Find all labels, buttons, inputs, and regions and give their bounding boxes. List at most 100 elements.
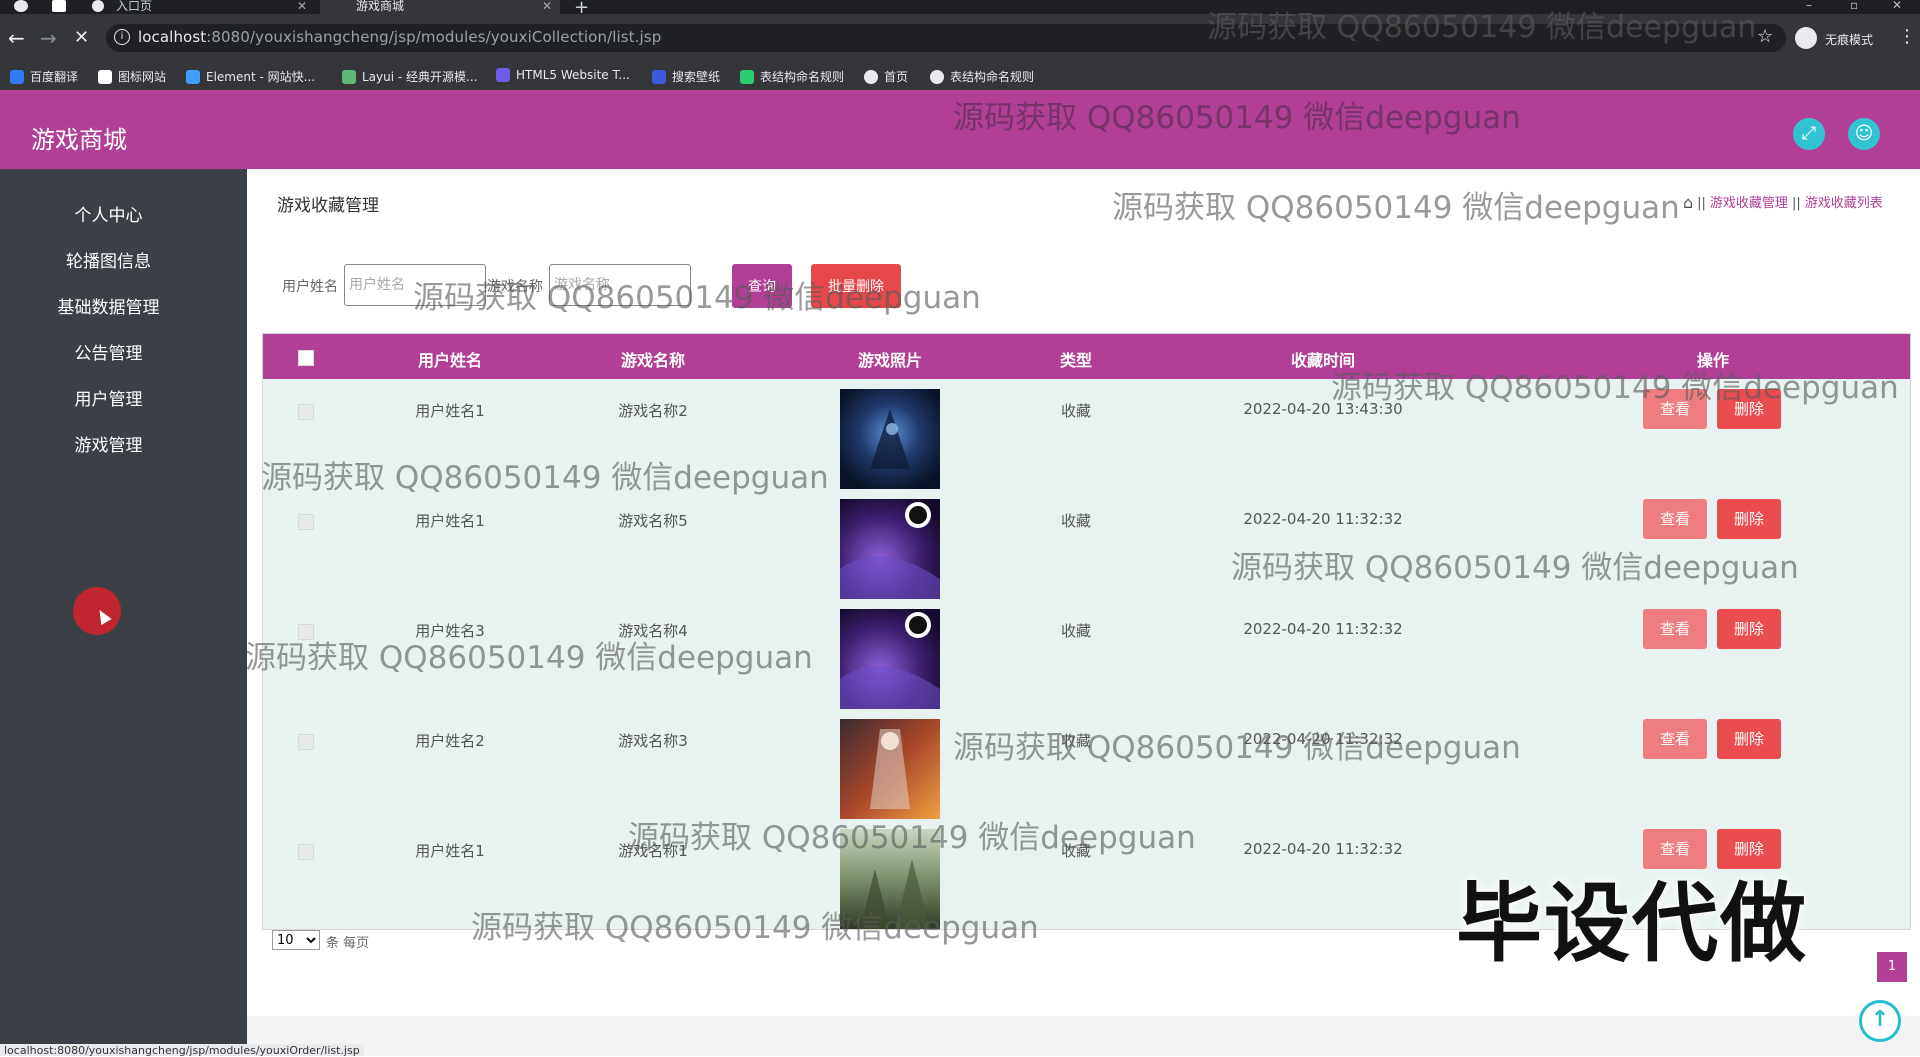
incognito-icon: [1795, 27, 1817, 49]
minimize-icon[interactable]: –: [1806, 0, 1812, 12]
column-header: 收藏时间: [1290, 351, 1356, 370]
table-row: 用户姓名2 游戏名称3 收藏 2022-04-20 11:32:32 查看 删除: [263, 714, 1910, 824]
bookmark-item[interactable]: 首页: [864, 68, 908, 85]
delete-button[interactable]: 删除: [1717, 499, 1781, 539]
game-name-input[interactable]: [549, 264, 691, 306]
cell-type: 收藏: [1060, 402, 1092, 420]
footer: [247, 1016, 1920, 1056]
table-row: 用户姓名1 游戏名称5 收藏 2022-04-20 11:32:32 查看 删除: [263, 494, 1910, 604]
cell-time: 2022-04-20 11:32:32: [1243, 840, 1403, 858]
row-checkbox[interactable]: [298, 844, 314, 860]
view-button[interactable]: 查看: [1643, 389, 1707, 429]
site-info-icon[interactable]: i: [114, 29, 130, 45]
cell-time: 2022-04-20 11:32:32: [1243, 510, 1403, 528]
close-tab-icon[interactable]: ✕: [297, 0, 307, 12]
cell-type: 收藏: [1060, 842, 1092, 860]
sidebar-item-personal-center[interactable]: 个人中心: [0, 201, 217, 226]
game-photo: [840, 829, 940, 929]
cell-game-name: 游戏名称2: [618, 402, 688, 420]
home-icon[interactable]: ⌂: [1683, 193, 1693, 212]
layui-icon: [342, 70, 356, 84]
sidebar-item-games[interactable]: 游戏管理: [0, 431, 217, 456]
delete-button[interactable]: 删除: [1717, 609, 1781, 649]
bookmark-item[interactable]: 表结构命名规则: [930, 68, 1034, 85]
select-all-checkbox[interactable]: [298, 350, 314, 366]
big-watermark: 毕设代做: [1456, 874, 1808, 974]
game-photo: [840, 389, 940, 489]
row-checkbox[interactable]: [298, 404, 314, 420]
stop-loading-icon[interactable]: ✕: [74, 28, 89, 48]
bookmark-item[interactable]: 搜索壁纸: [652, 68, 720, 85]
maximize-icon[interactable]: ▫: [1850, 0, 1858, 12]
collection-table: 用户姓名 游戏名称 游戏照片 类型 收藏时间 操作 用户姓名1 游戏名称2 收藏…: [262, 333, 1911, 930]
table-row: 用户姓名3 游戏名称4 收藏 2022-04-20 11:32:32 查看 删除: [263, 604, 1910, 714]
row-checkbox[interactable]: [298, 734, 314, 750]
page-number-button[interactable]: 1: [1877, 952, 1907, 982]
bookmark-item[interactable]: Layui - 经典开源模...: [342, 68, 477, 85]
page-title: 游戏收藏管理: [277, 196, 379, 216]
user-name-input[interactable]: [344, 264, 486, 306]
batch-delete-button[interactable]: 批量删除: [811, 264, 901, 308]
cell-user-name: 用户姓名3: [415, 622, 485, 640]
tab-game-store[interactable]: 游戏商城 ✕: [320, 0, 560, 14]
sidebar-item-notices[interactable]: 公告管理: [0, 339, 217, 364]
sidebar-item-carousel[interactable]: 轮播图信息: [0, 247, 217, 272]
sidebar-item-users[interactable]: 用户管理: [0, 385, 217, 410]
back-icon[interactable]: ←: [8, 28, 25, 48]
back-to-top-icon[interactable]: ↑: [1859, 1000, 1901, 1042]
browser-tab-strip: 入口页 ✕ 游戏商城 ✕ + – ▫ ✕: [0, 0, 1920, 18]
sidebar-item-basic-data[interactable]: 基础数据管理: [0, 293, 217, 318]
view-button[interactable]: 查看: [1643, 719, 1707, 759]
column-header: 游戏名称: [620, 351, 686, 370]
bookmark-item[interactable]: Element - 网站快...: [186, 68, 315, 85]
delete-button[interactable]: 删除: [1717, 389, 1781, 429]
view-button[interactable]: 查看: [1643, 499, 1707, 539]
close-tab-icon[interactable]: ✕: [542, 0, 552, 12]
forward-icon[interactable]: →: [40, 28, 57, 48]
column-header: 用户姓名: [417, 351, 483, 370]
cell-time: 2022-04-20 11:32:32: [1243, 620, 1403, 638]
page-size-select[interactable]: 10: [272, 930, 320, 950]
app-title: 游戏商城: [31, 126, 127, 154]
cell-type: 收藏: [1060, 732, 1092, 750]
cell-user-name: 用户姓名1: [415, 402, 485, 420]
column-header: 类型: [1059, 351, 1093, 370]
row-checkbox[interactable]: [298, 624, 314, 640]
cell-game-name: 游戏名称4: [618, 622, 688, 640]
user-name-label: 用户姓名: [282, 279, 338, 295]
game-name-label: 游戏名称: [487, 279, 543, 295]
close-window-icon[interactable]: ✕: [1892, 0, 1902, 12]
globe-icon: [864, 70, 878, 84]
bookmark-star-icon[interactable]: ☆: [1757, 26, 1773, 47]
incognito-label: 无痕模式: [1825, 33, 1874, 47]
status-url: localhost:8080/youxishangcheng/jsp/modul…: [0, 1044, 364, 1057]
cell-user-name: 用户姓名1: [415, 842, 485, 860]
user-avatar-icon[interactable]: ☺: [1848, 118, 1880, 150]
browser-menu-icon[interactable]: ⋮: [1898, 26, 1916, 47]
tab-entry-page[interactable]: 入口页 ✕: [80, 0, 315, 14]
cell-game-name: 游戏名称5: [618, 512, 688, 530]
column-header: 游戏照片: [857, 351, 923, 370]
cell-user-name: 用户姓名2: [415, 732, 485, 750]
view-button[interactable]: 查看: [1643, 609, 1707, 649]
game-photo: [840, 719, 940, 819]
bookmark-item[interactable]: 表结构命名规则: [740, 68, 844, 85]
page-size-label: 条 每页: [326, 936, 370, 951]
url-text[interactable]: localhost:8080/youxishangcheng/jsp/modul…: [138, 28, 661, 46]
tab-label: 入口页: [116, 0, 153, 13]
fullscreen-icon[interactable]: ⤢: [1793, 118, 1825, 150]
chrome-icon: [14, 0, 28, 12]
breadcrumb-item[interactable]: 游戏收藏管理: [1710, 196, 1788, 211]
bookmark-item[interactable]: 图标网站: [98, 68, 166, 85]
delete-button[interactable]: 删除: [1717, 719, 1781, 759]
row-checkbox[interactable]: [298, 514, 314, 530]
search-button[interactable]: 查询: [732, 264, 792, 308]
flag-icon: [98, 70, 112, 84]
bookmark-item[interactable]: HTML5 Website T...: [496, 68, 630, 82]
cell-type: 收藏: [1060, 512, 1092, 530]
window-icon: [52, 0, 66, 12]
bookmark-item[interactable]: 百度翻译: [10, 68, 78, 85]
element-icon: [186, 70, 200, 84]
table-row: 用户姓名1 游戏名称2 收藏 2022-04-20 13:43:30 查看 删除: [263, 384, 1910, 494]
cell-user-name: 用户姓名1: [415, 512, 485, 530]
